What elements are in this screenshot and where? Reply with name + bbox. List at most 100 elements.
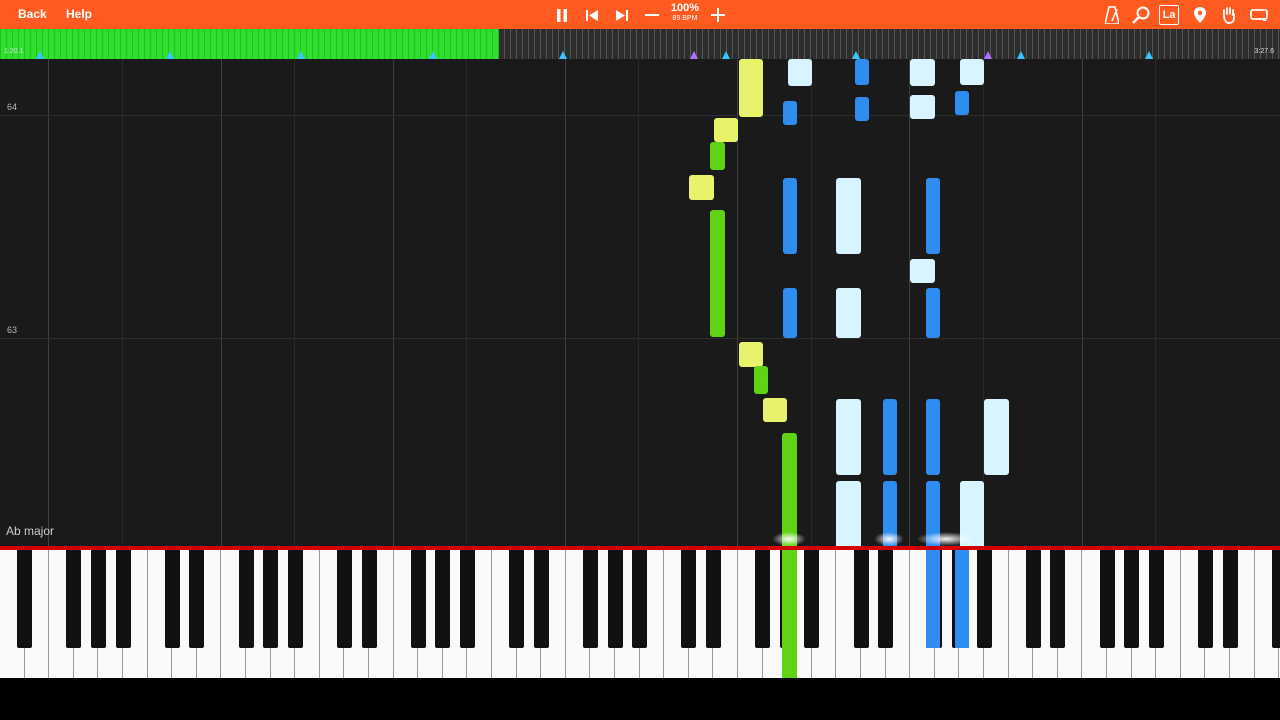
bottom-bar [0,678,1280,720]
black-key[interactable] [607,550,623,648]
timeline-bar[interactable]: 1:20.1 3:27.6 [0,29,1280,59]
right-hand-note [836,399,861,475]
black-key[interactable] [1099,550,1115,648]
measure-label: 64 [7,102,18,112]
black-key[interactable] [582,550,598,648]
timeline-marker[interactable] [559,51,568,59]
grid-line [1155,59,1156,546]
hand-icon[interactable] [1218,4,1240,26]
minus-icon[interactable] [641,4,663,26]
location-pin-icon[interactable] [1189,4,1211,26]
black-key[interactable] [878,550,894,648]
black-key[interactable] [17,550,33,648]
right-hand-note [783,101,797,125]
black-key[interactable] [804,550,820,648]
black-key[interactable] [1148,550,1164,648]
loop-icon[interactable] [1248,4,1270,26]
black-key[interactable] [238,550,254,648]
black-key[interactable] [1025,550,1041,648]
left-hand-note [739,342,763,367]
right-hand-note [926,288,940,338]
left-hand-note [739,59,763,117]
pause-icon[interactable] [551,4,573,26]
black-key[interactable] [533,550,549,648]
grid-line [393,59,394,546]
piano-keyboard[interactable] [0,550,1280,678]
right-hand-note [910,259,935,283]
grid-line [1082,59,1083,546]
pressed-key[interactable] [782,550,797,678]
black-key[interactable] [361,550,377,648]
note-glow [772,532,806,546]
black-key[interactable] [976,550,992,648]
plus-icon[interactable] [707,4,729,26]
timeline-marker[interactable] [296,51,305,59]
black-key[interactable] [115,550,131,648]
timeline-marker[interactable] [689,51,698,59]
grid-line [122,59,123,546]
right-hand-note [788,59,812,86]
black-key[interactable] [90,550,106,648]
left-hand-note [782,433,797,546]
black-key[interactable] [189,550,205,648]
black-key[interactable] [1222,550,1238,648]
help-button[interactable]: Help [66,0,92,29]
black-key[interactable] [435,550,451,648]
right-hand-note [855,97,869,121]
metronome-icon[interactable] [1101,4,1123,26]
right-hand-note [836,481,861,546]
right-hand-note [883,399,897,475]
grid-line [811,59,812,546]
right-hand-note [783,288,797,338]
black-key[interactable] [1050,550,1066,648]
search-icon[interactable] [1130,4,1152,26]
timeline-marker[interactable] [721,51,730,59]
timeline-marker[interactable] [1017,51,1026,59]
black-key[interactable] [1197,550,1213,648]
black-key[interactable] [410,550,426,648]
right-hand-note [984,399,1009,475]
right-hand-note [955,91,969,115]
black-key[interactable] [336,550,352,648]
black-key[interactable] [1271,550,1280,648]
back-button[interactable]: Back [18,0,47,29]
skip-forward-icon[interactable] [611,4,633,26]
black-key[interactable] [164,550,180,648]
grid-line [909,59,910,546]
total-time: 3:27.6 [1254,48,1274,55]
black-key[interactable] [705,550,721,648]
piano-roll: 64 63 Ab major [0,59,1280,546]
pressed-key[interactable] [955,550,969,648]
black-key[interactable] [755,550,771,648]
right-hand-note [926,178,940,254]
black-key[interactable] [287,550,303,648]
zoom-readout: 100% 89 BPM [662,3,708,23]
black-key[interactable] [1124,550,1140,648]
left-hand-note [763,398,787,422]
black-key[interactable] [681,550,697,648]
progress-fill [0,29,500,59]
right-hand-note [926,399,940,475]
black-key[interactable] [66,550,82,648]
grid-line [466,59,467,546]
timeline-marker[interactable] [852,51,861,59]
black-key[interactable] [459,550,475,648]
top-toolbar: Back Help 100% 89 BPM La [0,0,1280,29]
timeline-marker[interactable] [35,51,44,59]
left-hand-note [714,118,738,142]
black-key[interactable] [853,550,869,648]
black-key[interactable] [632,550,648,648]
measure-line [0,115,1280,116]
skip-back-icon[interactable] [581,4,603,26]
timeline-marker[interactable] [166,51,175,59]
pressed-key[interactable] [926,550,940,648]
left-hand-note [754,366,768,394]
timeline-marker[interactable] [428,51,437,59]
black-key[interactable] [263,550,279,648]
black-key[interactable] [509,550,525,648]
note-glow [916,532,976,546]
timeline-marker[interactable] [1145,51,1154,59]
right-hand-note [960,59,984,85]
timeline-marker[interactable] [984,51,993,59]
label-icon[interactable]: La [1159,5,1179,25]
